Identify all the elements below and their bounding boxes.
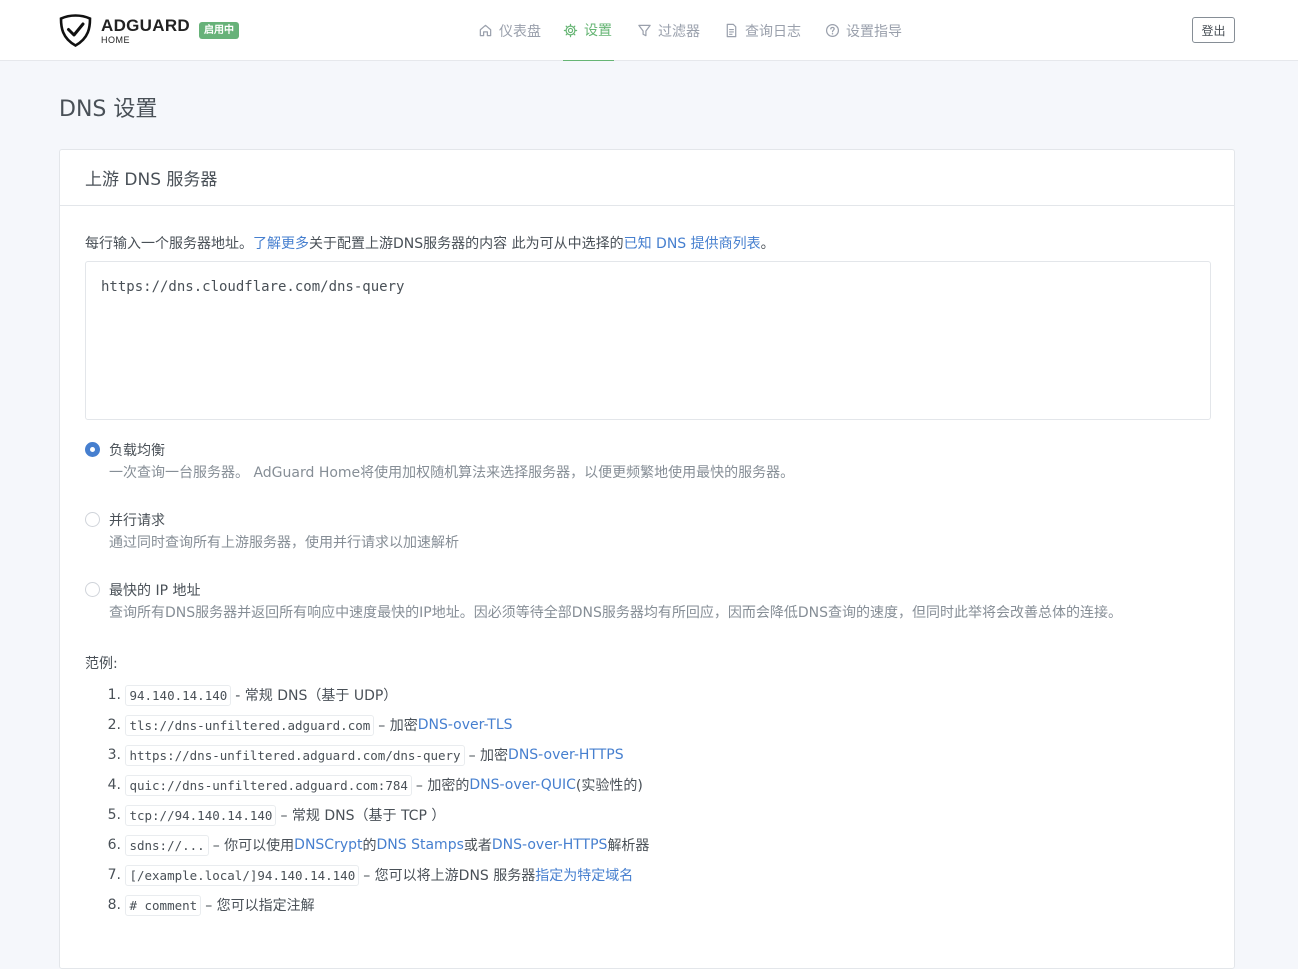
example-text: – 加密 bbox=[378, 718, 418, 734]
example-item: 8. # comment – 您可以指定注解 bbox=[85, 890, 649, 920]
brand-sub: HOME bbox=[101, 34, 130, 45]
example-number: 7. bbox=[107, 867, 121, 883]
example-text: – 你可以使用 bbox=[212, 838, 295, 854]
dnscrypt-link[interactable]: DNSCrypt bbox=[294, 837, 362, 853]
load-balancing-radio[interactable] bbox=[85, 442, 100, 457]
adguard-shield-icon bbox=[59, 14, 92, 47]
nav-settings-label: 设置 bbox=[584, 23, 612, 39]
dns-over-https-link[interactable]: DNS-over-HTTPS bbox=[492, 837, 608, 853]
example-text: – 加密的 bbox=[415, 778, 470, 794]
example-code: tls://dns-unfiltered.adguard.com bbox=[125, 714, 375, 736]
example-text: – 您可以将上游DNS 服务器 bbox=[363, 868, 536, 884]
example-text: – 您可以指定注解 bbox=[205, 898, 315, 914]
fastest-ip-desc: 查询所有DNS服务器并返回所有响应中速度最快的IP地址。因必须等待全部DNS服务… bbox=[109, 605, 1122, 621]
nav-dashboard[interactable]: 仪表盘 bbox=[478, 0, 541, 61]
example-number: 8. bbox=[107, 897, 121, 913]
parallel-requests-label: 并行请求 bbox=[109, 513, 165, 529]
example-item: 6. sdns://... – 你可以使用 DNSCrypt 的 DNS Sta… bbox=[85, 830, 649, 860]
logo[interactable]: ADGUARD HOME bbox=[59, 14, 190, 47]
example-number: 5. bbox=[107, 807, 121, 823]
card-title: 上游 DNS 服务器 bbox=[60, 150, 1234, 206]
nav-dashboard-label: 仪表盘 bbox=[499, 23, 541, 40]
logout-button[interactable]: 登出 bbox=[1192, 17, 1235, 43]
load-balancing-label: 负载均衡 bbox=[109, 443, 165, 459]
parallel-requests-radio[interactable] bbox=[85, 512, 100, 527]
upstream-servers-textarea[interactable]: https://dns.cloudflare.com/dns-query bbox=[85, 261, 1211, 420]
example-item: 2. tls://dns-unfiltered.adguard.com – 加密… bbox=[85, 710, 649, 740]
document-icon bbox=[726, 23, 737, 38]
brand-name: ADGUARD bbox=[101, 15, 190, 35]
example-code: [/example.local/]94.140.14.140 bbox=[125, 864, 360, 886]
nav-filters-label: 过滤器 bbox=[658, 23, 700, 40]
page-title: DNS 设置 bbox=[59, 97, 158, 122]
example-code: 94.140.14.140 bbox=[125, 684, 232, 706]
example-number: 4. bbox=[107, 777, 121, 793]
example-number: 1. bbox=[107, 687, 121, 703]
nav-setup-guide[interactable]: 设置指导 bbox=[825, 0, 902, 61]
hint-suffix: 。 bbox=[760, 236, 775, 252]
example-number: 3. bbox=[107, 747, 121, 763]
hint-middle: 关于配置上游DNS服务器的内容 此为可从中选择的 bbox=[309, 236, 624, 252]
example-item: 3. https://dns-unfiltered.adguard.com/dn… bbox=[85, 740, 649, 770]
nav-settings[interactable]: 设置 bbox=[563, 0, 614, 61]
example-code: # comment bbox=[125, 894, 202, 916]
example-code: https://dns-unfiltered.adguard.com/dns-q… bbox=[125, 744, 465, 766]
parallel-requests-desc: 通过同时查询所有上游服务器，使用并行请求以加速解析 bbox=[109, 535, 459, 551]
example-item: 1. 94.140.14.140 - 常规 DNS（基于 UDP） bbox=[85, 680, 649, 710]
example-text: - 常规 DNS（基于 UDP） bbox=[235, 688, 398, 704]
example-code: quic://dns-unfiltered.adguard.com:784 bbox=[125, 774, 412, 796]
nav-query-log[interactable]: 查询日志 bbox=[724, 0, 801, 61]
top-header: ADGUARD HOME 启用中 仪表盘 设置 过滤器 查询日志 设置指导 登出 bbox=[0, 0, 1298, 61]
specific-domains-link[interactable]: 指定为特定域名 bbox=[535, 865, 633, 885]
nav-setup-guide-label: 设置指导 bbox=[846, 23, 902, 40]
home-icon bbox=[479, 24, 492, 37]
dns-stamps-link[interactable]: DNS Stamps bbox=[377, 837, 464, 853]
dns-over-tls-link[interactable]: DNS-over-TLS bbox=[418, 717, 513, 733]
example-item: 4. quic://dns-unfiltered.adguard.com:784… bbox=[85, 770, 649, 800]
example-text: 或者 bbox=[463, 838, 492, 854]
example-text: 的 bbox=[362, 838, 377, 854]
learn-more-link[interactable]: 了解更多 bbox=[253, 236, 309, 252]
examples-list: 1. 94.140.14.140 - 常规 DNS（基于 UDP） 2. tls… bbox=[85, 680, 649, 920]
dns-over-https-link[interactable]: DNS-over-HTTPS bbox=[508, 747, 624, 763]
dns-over-quic-link[interactable]: DNS-over-QUIC bbox=[469, 777, 576, 793]
upstream-dns-card: 上游 DNS 服务器 每行输入一个服务器地址。了解更多关于配置上游DNS服务器的… bbox=[59, 149, 1235, 969]
example-code: tcp://94.140.14.140 bbox=[125, 804, 277, 826]
upstream-hint: 每行输入一个服务器地址。了解更多关于配置上游DNS服务器的内容 此为可从中选择的… bbox=[85, 233, 775, 253]
known-dns-providers-link[interactable]: 已知 DNS 提供商列表 bbox=[624, 236, 761, 252]
hint-prefix: 每行输入一个服务器地址。 bbox=[85, 236, 253, 252]
example-number: 6. bbox=[107, 837, 121, 853]
example-item: 7. [/example.local/]94.140.14.140 – 您可以将… bbox=[85, 860, 649, 890]
help-circle-icon bbox=[825, 23, 840, 38]
example-text: – 常规 DNS（基于 TCP ） bbox=[280, 808, 446, 824]
example-number: 2. bbox=[107, 717, 121, 733]
status-badge: 启用中 bbox=[199, 22, 239, 39]
gear-icon bbox=[563, 23, 578, 37]
fastest-ip-radio[interactable] bbox=[85, 582, 100, 597]
example-item: 5. tcp://94.140.14.140 – 常规 DNS（基于 TCP ） bbox=[85, 800, 649, 830]
example-text-suffix: (实验性的) bbox=[575, 778, 643, 794]
filter-icon bbox=[638, 24, 651, 37]
nav-query-log-label: 查询日志 bbox=[745, 23, 801, 40]
examples-title: 范例: bbox=[85, 656, 118, 672]
fastest-ip-label: 最快的 IP 地址 bbox=[109, 583, 201, 599]
load-balancing-desc: 一次查询一台服务器。 AdGuard Home将使用加权随机算法来选择服务器，以… bbox=[109, 465, 795, 481]
example-text: – 加密 bbox=[468, 748, 509, 764]
example-code: sdns://... bbox=[125, 834, 209, 856]
logo-text: ADGUARD HOME bbox=[101, 17, 190, 45]
nav-filters[interactable]: 过滤器 bbox=[637, 0, 700, 61]
example-text: 解析器 bbox=[607, 838, 650, 854]
